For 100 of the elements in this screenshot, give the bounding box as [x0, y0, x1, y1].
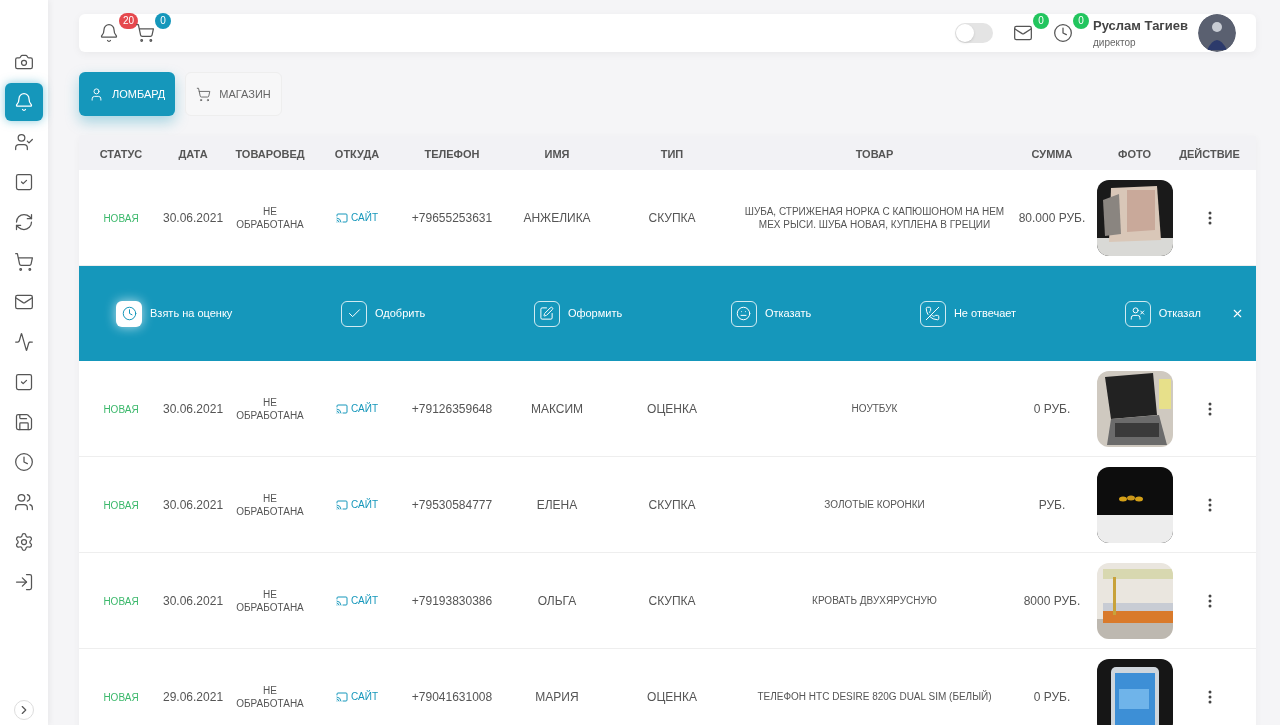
- table-cell: 30.06.2021: [163, 210, 224, 225]
- source-link[interactable]: САЙТ: [336, 401, 378, 416]
- more-button[interactable]: [1207, 689, 1212, 704]
- tab[interactable]: ЛОМБАРД: [79, 72, 176, 116]
- user-name: Руслам Тагиев: [1093, 16, 1188, 35]
- table-cell: ОЛЬГА: [537, 593, 577, 608]
- camera-icon: [14, 52, 34, 72]
- cart-button[interactable]: [135, 23, 155, 43]
- more-icon: [1207, 593, 1212, 608]
- status-label: НОВАЯ: [103, 403, 139, 415]
- table-cell: 30.06.2021: [163, 401, 224, 416]
- table-cell: ЕЛЕНА: [536, 497, 578, 512]
- table-cell: ШУБА, СТРИЖЕНАЯ НОРКА С КАПЮШОНОМ НА НЕМ МЕХ РЫСИ. ШУБА НОВАЯ, КУПЛЕНА В ГРЕЦИИ: [744, 205, 1005, 230]
- table-cell: 30.06.2021: [163, 497, 224, 512]
- theme-toggle[interactable]: [955, 23, 993, 43]
- table-cell: НЕ ОБРАБОТАНА: [236, 205, 304, 230]
- status-label: НОВАЯ: [103, 499, 139, 511]
- column-header: ТЕЛЕФОН: [424, 148, 480, 160]
- check-icon: [341, 300, 367, 327]
- cast-icon: [336, 498, 348, 511]
- count-badge: 0: [155, 13, 171, 29]
- column-header: ДЕЙСТВИЕ: [1179, 148, 1240, 160]
- table-cell: 0 РУБ.: [1033, 689, 1071, 704]
- mail-button[interactable]: [1013, 23, 1033, 43]
- table-cell: 30.06.2021: [163, 593, 224, 608]
- table-cell: +79041631008: [411, 689, 493, 704]
- count-badge: 20: [119, 13, 139, 29]
- history-button[interactable]: [1053, 23, 1073, 43]
- more-button[interactable]: [1207, 401, 1212, 416]
- table-cell: ЗОЛОТЫЕ КОРОНКИ: [824, 499, 925, 510]
- more-button[interactable]: [1207, 497, 1212, 512]
- edit-icon: [533, 300, 560, 327]
- table-cell: КРОВАТЬ ДВУХЯРУСНУЮ: [812, 595, 937, 606]
- action-button[interactable]: Отказал: [1124, 300, 1201, 327]
- more-icon: [1207, 497, 1212, 512]
- source-link[interactable]: САЙТ: [336, 593, 378, 608]
- cart-icon: [196, 86, 212, 102]
- table-cell: СКУПКА: [648, 210, 696, 225]
- table-cell: 29.06.2021: [163, 689, 224, 704]
- table-cell: +79655253631: [411, 210, 493, 225]
- status-label: НОВАЯ: [103, 595, 139, 607]
- action-button[interactable]: Оформить: [533, 300, 623, 327]
- column-header: СТАТУС: [99, 148, 143, 160]
- table-cell: 8000 РУБ.: [1023, 593, 1081, 608]
- cast-icon: [336, 690, 348, 703]
- cast-icon: [336, 594, 348, 607]
- action-button[interactable]: Отказать: [730, 300, 812, 327]
- table-cell: НЕ ОБРАБОТАНА: [236, 684, 304, 709]
- expand-button[interactable]: [14, 700, 34, 720]
- tab[interactable]: МАГАЗИН: [185, 72, 282, 116]
- notifications-button[interactable]: [99, 23, 119, 43]
- table-cell: МАРИЯ: [535, 689, 579, 704]
- clock-icon: [116, 300, 142, 327]
- user-check-icon: [14, 132, 34, 152]
- table-cell: СКУПКА: [648, 593, 696, 608]
- column-header: СУММА: [1031, 148, 1073, 160]
- source-link[interactable]: САЙТ: [336, 689, 378, 704]
- column-header: ФОТО: [1118, 148, 1151, 160]
- user-x-icon: [1124, 300, 1151, 327]
- table-cell: АНЖЕЛИКА: [523, 210, 591, 225]
- table-cell: ОЦЕНКА: [647, 689, 697, 704]
- face-icon: [730, 300, 757, 327]
- table-cell: МАКСИМ: [530, 401, 584, 416]
- close-button[interactable]: [1231, 307, 1244, 320]
- pulse-icon: [14, 332, 34, 352]
- more-button[interactable]: [1207, 593, 1212, 608]
- table-cell: +79126359648: [411, 401, 493, 416]
- mail-icon: [14, 292, 34, 312]
- clock-icon: [14, 452, 34, 472]
- source-link[interactable]: САЙТ: [336, 497, 378, 512]
- table-cell: СКУПКА: [648, 497, 696, 512]
- source-link[interactable]: САЙТ: [336, 210, 378, 225]
- action-button[interactable]: Взять на оценку: [116, 300, 233, 327]
- more-icon: [1207, 689, 1212, 704]
- avatar: [1198, 14, 1236, 52]
- more-icon: [1207, 401, 1212, 416]
- cart-icon: [14, 252, 34, 272]
- column-header: ИМЯ: [544, 148, 570, 160]
- settings-icon: [14, 532, 34, 552]
- cast-icon: [336, 402, 348, 415]
- status-label: НОВАЯ: [103, 691, 139, 703]
- user-role: директор: [1093, 36, 1137, 51]
- count-badge: 0: [1073, 13, 1089, 29]
- column-header: ОТКУДА: [334, 148, 380, 160]
- action-button[interactable]: Не отвечает: [919, 300, 1017, 327]
- checkbox-icon: [14, 372, 34, 392]
- table-cell: НЕ ОБРАБОТАНА: [236, 492, 304, 517]
- checkbox-icon: [14, 172, 34, 192]
- users-icon: [14, 492, 34, 512]
- more-button[interactable]: [1207, 210, 1212, 225]
- table-cell: ТЕЛЕФОН HTC DESIRE 820G DUAL SIM (БЕЛЫЙ): [757, 691, 992, 702]
- refresh-icon: [14, 212, 34, 232]
- table-cell: ОЦЕНКА: [647, 401, 697, 416]
- column-header: ТИП: [660, 148, 684, 160]
- column-header: ТОВАРОВЕД: [235, 148, 305, 160]
- phone-off-icon: [919, 300, 946, 327]
- count-badge: 0: [1033, 13, 1049, 29]
- table-cell: НОУТБУК: [851, 403, 898, 414]
- cast-icon: [336, 211, 348, 224]
- action-button[interactable]: Одобрить: [341, 300, 426, 327]
